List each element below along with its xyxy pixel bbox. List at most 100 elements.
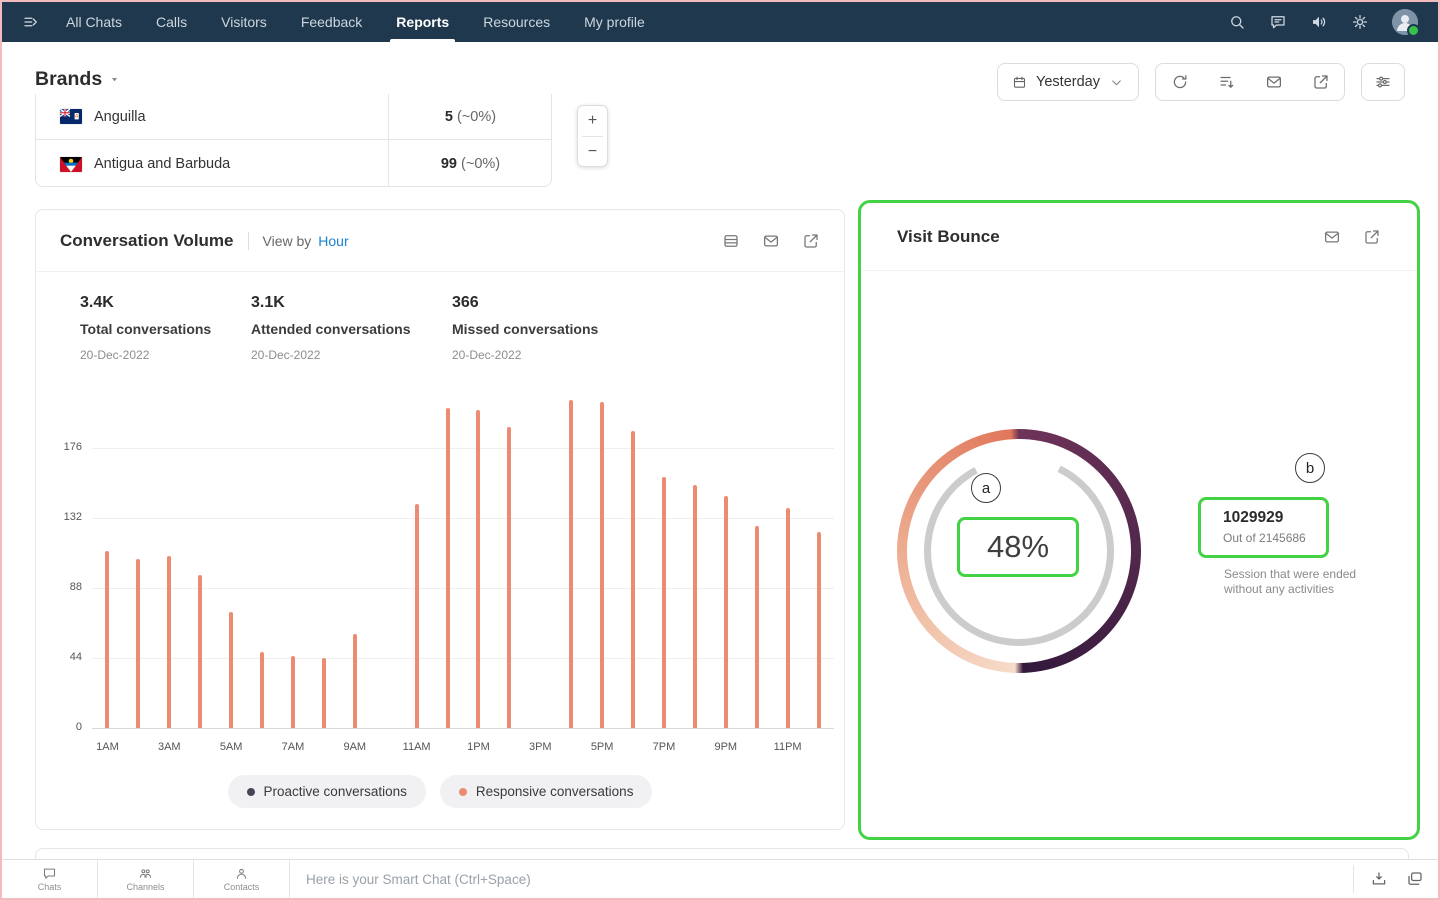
table-row[interactable]: Antigua and Barbuda 99 (~0%) bbox=[36, 141, 551, 187]
gridline bbox=[92, 588, 834, 589]
filter-button[interactable] bbox=[1203, 64, 1250, 100]
legend-proactive-conversations[interactable]: Proactive conversations bbox=[228, 775, 426, 808]
bar-9PM bbox=[724, 496, 728, 728]
bar-4AM bbox=[198, 575, 202, 728]
divider bbox=[248, 232, 249, 250]
export-icon[interactable] bbox=[802, 232, 820, 250]
bounce-percent-value: 48% bbox=[957, 517, 1079, 577]
map-zoom-control: + − bbox=[577, 105, 608, 167]
chevron-down-icon bbox=[109, 75, 120, 84]
gridline bbox=[92, 448, 834, 449]
visit-bounce-header: Visit Bounce bbox=[861, 203, 1417, 271]
chat-windows-icon[interactable] bbox=[1406, 870, 1424, 888]
visit-count: 5 bbox=[445, 109, 453, 125]
zoom-in-button[interactable]: + bbox=[578, 106, 607, 136]
view-by-hour-link[interactable]: Hour bbox=[318, 233, 348, 249]
export-icon[interactable] bbox=[1363, 228, 1381, 246]
x-axis-label: 5PM bbox=[580, 741, 624, 753]
zoom-out-button[interactable]: − bbox=[578, 137, 607, 167]
y-axis-label: 44 bbox=[46, 651, 82, 663]
bar-5PM bbox=[600, 402, 604, 728]
user-avatar[interactable] bbox=[1392, 9, 1418, 35]
gridline bbox=[92, 728, 834, 729]
nav-reports[interactable]: Reports bbox=[396, 2, 449, 42]
card-header-icons bbox=[722, 232, 820, 250]
feedback-chat-icon[interactable] bbox=[1269, 13, 1287, 31]
legend-dot bbox=[459, 788, 467, 796]
x-axis-label: 9AM bbox=[333, 741, 377, 753]
y-axis-label: 132 bbox=[46, 511, 82, 523]
nav-resources[interactable]: Resources bbox=[483, 2, 550, 42]
bar-2AM bbox=[136, 559, 140, 728]
stat-label: Missed conversations bbox=[452, 321, 598, 337]
bottom-tab-chats[interactable]: Chats bbox=[2, 860, 98, 898]
x-axis-label: 5AM bbox=[209, 741, 253, 753]
page-title[interactable]: Brands bbox=[35, 68, 120, 91]
stat-total-conversations: 3.4K Total conversations 20-Dec-2022 bbox=[80, 294, 211, 362]
stat-value: 3.4K bbox=[80, 294, 211, 312]
bar-3AM bbox=[167, 556, 171, 728]
smart-chat-input[interactable] bbox=[290, 864, 1353, 894]
customize-sliders-button[interactable] bbox=[1361, 63, 1405, 101]
email-icon[interactable] bbox=[762, 232, 780, 250]
view-by-label: View by bbox=[263, 233, 312, 249]
nav-feedback[interactable]: Feedback bbox=[301, 2, 362, 42]
bottom-right-icons bbox=[1353, 865, 1438, 893]
bar-12PM bbox=[446, 408, 450, 728]
x-axis-label: 11AM bbox=[395, 741, 439, 753]
country-value: 99 (~0%) bbox=[388, 156, 553, 172]
bar-5AM bbox=[229, 612, 233, 728]
bounce-count-box: 1029929 Out of 2145686 bbox=[1198, 497, 1329, 558]
stat-date: 20-Dec-2022 bbox=[452, 348, 598, 362]
stat-attended-conversations: 3.1K Attended conversations 20-Dec-2022 bbox=[251, 294, 410, 362]
top-navbar: All Chats Calls Visitors Feedback Report… bbox=[2, 2, 1438, 42]
anguilla-flag-icon bbox=[60, 109, 82, 124]
sidebar-toggle-icon[interactable] bbox=[22, 13, 40, 31]
report-actions-group bbox=[1155, 63, 1345, 101]
bottom-tab-contacts[interactable]: Contacts bbox=[194, 860, 290, 898]
date-filter-button[interactable]: Yesterday bbox=[997, 63, 1139, 101]
legend-responsive-conversations[interactable]: Responsive conversations bbox=[440, 775, 653, 808]
x-axis-label: 1AM bbox=[85, 741, 129, 753]
annotation-a: a bbox=[971, 473, 1001, 503]
header-controls: Yesterday bbox=[997, 63, 1405, 101]
antigua-flag-icon bbox=[60, 157, 82, 172]
bottom-tab-channels[interactable]: Channels bbox=[98, 860, 194, 898]
tab-label: Chats bbox=[38, 882, 62, 892]
conversation-volume-plot: 044881321761AM3AM5AM7AM9AM11AM1PM3PM5PM7… bbox=[92, 398, 834, 728]
online-status-dot bbox=[1407, 24, 1420, 37]
table-view-icon[interactable] bbox=[722, 232, 740, 250]
email-report-button[interactable] bbox=[1250, 64, 1297, 100]
nav-menu: All Chats Calls Visitors Feedback Report… bbox=[66, 2, 645, 42]
bar-9AM bbox=[353, 634, 357, 728]
legend-label: Responsive conversations bbox=[476, 784, 634, 799]
bar-11AM bbox=[415, 504, 419, 728]
bar-7PM bbox=[662, 477, 666, 728]
page-title-text: Brands bbox=[35, 68, 102, 91]
calendar-icon bbox=[1012, 75, 1027, 90]
gridline bbox=[92, 658, 834, 659]
card-header-icons bbox=[1323, 228, 1381, 246]
email-icon[interactable] bbox=[1323, 228, 1341, 246]
gear-icon[interactable] bbox=[1351, 13, 1369, 31]
table-row[interactable]: Anguilla 5 (~0%) bbox=[36, 94, 551, 140]
tab-label: Channels bbox=[126, 882, 164, 892]
x-axis-label: 9PM bbox=[704, 741, 748, 753]
nav-visitors[interactable]: Visitors bbox=[221, 2, 267, 42]
bounce-caption: Session that were ended without any acti… bbox=[1224, 567, 1376, 597]
x-axis-label: 3AM bbox=[147, 741, 191, 753]
speaker-icon[interactable] bbox=[1310, 13, 1328, 31]
stat-missed-conversations: 366 Missed conversations 20-Dec-2022 bbox=[452, 294, 598, 362]
chart-legend: Proactive conversations Responsive conve… bbox=[36, 775, 844, 808]
x-axis-label: 3PM bbox=[518, 741, 562, 753]
export-button[interactable] bbox=[1297, 64, 1344, 100]
nav-my-profile[interactable]: My profile bbox=[584, 2, 645, 42]
refresh-button[interactable] bbox=[1156, 64, 1203, 100]
search-icon[interactable] bbox=[1228, 13, 1246, 31]
bar-4PM bbox=[569, 400, 573, 728]
nav-calls[interactable]: Calls bbox=[156, 2, 187, 42]
nav-all-chats[interactable]: All Chats bbox=[66, 2, 122, 42]
stat-label: Total conversations bbox=[80, 321, 211, 337]
import-tray-icon[interactable] bbox=[1370, 870, 1388, 888]
bar-6AM bbox=[260, 652, 264, 728]
